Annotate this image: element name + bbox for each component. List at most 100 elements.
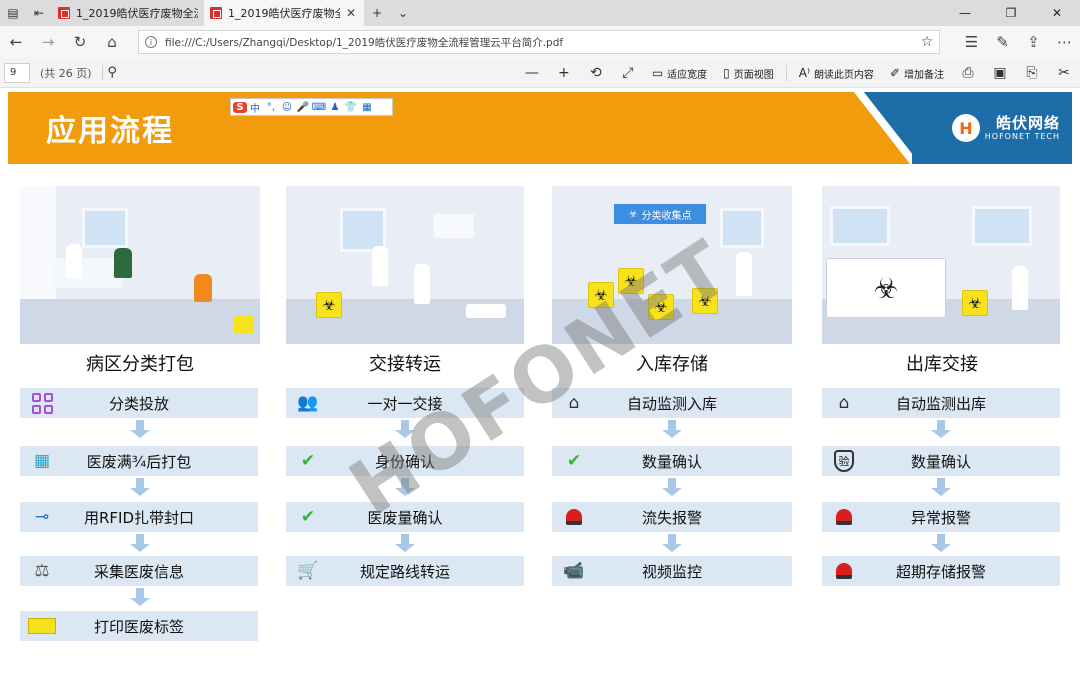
favorite-star-icon[interactable]: ☆ <box>915 34 939 50</box>
info-icon[interactable]: i <box>145 36 157 48</box>
verify-shield-icon: 验 <box>830 449 858 473</box>
toolbar-divider <box>785 65 787 81</box>
home-button[interactable]: ⌂ <box>96 26 128 58</box>
close-tab-icon[interactable]: ✕ <box>344 6 358 20</box>
share-icon[interactable]: ⇪ <box>1018 26 1049 58</box>
pdf-toolbar-actions: — + ⟲ ⤢ ▭ 适应宽度 ▯ 页面视图 A⁾ 朗读此页内容 ✐ 增加备注 ⎙ ▣ ⎘… <box>516 58 1080 88</box>
category-grid-icon <box>28 391 56 415</box>
step-pack-full: ▦ 医废满¾后打包 <box>20 446 258 476</box>
pen-icon: ✐ <box>889 66 900 80</box>
step-route-transport: 🛒 规定路线转运 <box>286 556 524 586</box>
read-aloud-button[interactable]: A⁾ 朗读此页内容 <box>791 66 882 81</box>
cart-icon: 🛒 <box>297 561 319 581</box>
slide-title: 应用流程 <box>46 114 174 149</box>
step-label: 视频监控 <box>641 562 702 581</box>
scene-window <box>830 206 890 246</box>
close-window-button[interactable]: ✕ <box>1034 0 1080 26</box>
box-icon: ▦ <box>33 451 51 471</box>
tab-strip-drag-area[interactable] <box>416 0 942 26</box>
new-tab-button[interactable]: + <box>364 0 390 26</box>
tab-preview-chevron-icon[interactable]: ⌄ <box>390 0 416 26</box>
page-view-icon: ▯ <box>723 66 730 80</box>
ime-voice-icon[interactable]: 🎤 <box>295 102 311 113</box>
forward-button[interactable]: → <box>32 26 64 58</box>
collection-point-label: 分类收集点 <box>641 210 692 222</box>
address-toolbar-actions: ☰ ✎ ⇪ ⋯ <box>956 26 1080 58</box>
staff-figure <box>1012 266 1028 310</box>
page-view-button[interactable]: ▯ 页面视图 <box>715 66 782 81</box>
step-auto-outbound: ⌂ 自动监测出库 <box>822 388 1060 418</box>
column-heading: 病区分类打包 <box>86 354 194 375</box>
fit-width-icon: ▭ <box>651 66 664 80</box>
column-heading: 出库交接 <box>906 354 978 375</box>
alarm-light-icon <box>830 559 858 583</box>
search-icon[interactable]: ⚲ <box>101 65 122 80</box>
page-number-input[interactable]: 9 <box>4 62 30 83</box>
print-icon[interactable]: ⎙ <box>952 65 984 81</box>
scene-floor <box>20 299 260 344</box>
tab-pdf-1[interactable]: 1_2019皓伏医疗废物全流程 <box>52 0 204 26</box>
read-aloud-label: 朗读此页内容 <box>813 69 874 81</box>
favorites-hub-icon[interactable]: ☰ <box>956 26 987 58</box>
browser-window: ▤ ⇤ 1_2019皓伏医疗废物全流程 1_2019皓伏医疗废物全流程 ✕ + … <box>0 0 1080 688</box>
step-rfid-seal: ⊸ 用RFID扎带封口 <box>20 502 258 532</box>
address-toolbar: ← → ↻ ⌂ i file:///C:/Users/Zhangqi/Deskt… <box>0 26 1080 58</box>
refresh-button[interactable]: ↻ <box>64 26 96 58</box>
company-logo-icon: H <box>952 114 980 142</box>
checkmark-icon: ✔ <box>300 507 316 527</box>
ime-toolbox-icon[interactable]: ▦ <box>359 102 375 113</box>
staff-figure <box>414 264 430 304</box>
biohazard-bin-icon: ☣ <box>316 292 342 318</box>
ward-scene-illustration <box>20 186 260 344</box>
back-button[interactable]: ← <box>0 26 32 58</box>
save-as-icon[interactable]: ⎘ <box>1016 65 1048 81</box>
handover-scene-illustration: ☣ <box>286 186 524 344</box>
ime-user-icon[interactable]: ♟ <box>327 102 343 113</box>
address-bar[interactable]: i file:///C:/Users/Zhangqi/Desktop/1_201… <box>138 30 940 54</box>
ime-toolbar[interactable]: S 中 °, ☺ 🎤 ⌨ ♟ 👕 ▦ <box>230 98 393 116</box>
step-overdue-alarm: 超期存储报警 <box>822 556 1060 586</box>
warehouse-icon: ⌂ <box>838 393 850 413</box>
label-icon <box>28 614 56 638</box>
add-notes-button[interactable]: ✐ 增加备注 <box>882 66 952 81</box>
pin-toolbar-icon[interactable]: ✂ <box>1048 65 1080 81</box>
collection-point-sign: ☣ 分类收集点 <box>614 204 706 224</box>
url-text[interactable]: file:///C:/Users/Zhangqi/Desktop/1_2019皓… <box>165 35 915 50</box>
patient-figure <box>114 248 132 278</box>
ime-skin-icon[interactable]: 👕 <box>343 102 359 113</box>
step-print-label: 打印医废标签 <box>20 611 258 641</box>
more-options-icon[interactable]: ⋯ <box>1049 26 1080 58</box>
rotate-icon[interactable]: ⟲ <box>580 65 612 81</box>
set-aside-tabs-icon[interactable]: ⇤ <box>26 0 52 26</box>
zoom-in-icon[interactable]: + <box>548 65 580 81</box>
ime-logo-icon[interactable]: S <box>233 101 247 113</box>
save-icon[interactable]: ▣ <box>984 65 1016 81</box>
minimize-button[interactable]: — <box>942 0 988 26</box>
step-label: 数量确认 <box>641 452 702 471</box>
alarm-light-icon <box>560 505 588 529</box>
fullscreen-icon[interactable]: ⤢ <box>612 65 644 81</box>
ime-emoji-icon[interactable]: ☺ <box>279 102 295 113</box>
ime-chinese-mode[interactable]: 中 <box>247 100 263 115</box>
fit-width-label: 适应宽度 <box>667 69 708 81</box>
waste-truck-biohazard-icon: ☣ <box>826 258 946 318</box>
tab-strip: ▤ ⇤ 1_2019皓伏医疗废物全流程 1_2019皓伏医疗废物全流程 ✕ + … <box>0 0 1080 26</box>
zoom-out-icon[interactable]: — <box>516 65 548 81</box>
web-note-pen-icon[interactable]: ✎ <box>987 26 1018 58</box>
desk <box>52 258 122 288</box>
fit-width-button[interactable]: ▭ 适应宽度 <box>644 66 715 81</box>
ime-punctuation-icon[interactable]: °, <box>263 102 279 113</box>
ime-keyboard-icon[interactable]: ⌨ <box>311 102 327 113</box>
tab-title: 1_2019皓伏医疗废物全流程 <box>228 7 340 20</box>
pdf-file-icon <box>210 7 222 19</box>
maximize-button[interactable]: ❐ <box>988 0 1034 26</box>
company-name-en: HOFONET TECH <box>984 132 1060 141</box>
rfid-tie-icon: ⊸ <box>34 507 50 527</box>
tab-pdf-2[interactable]: 1_2019皓伏医疗废物全流程 ✕ <box>204 0 364 26</box>
tab-actions-icon[interactable]: ▤ <box>0 0 26 26</box>
staff-figure <box>372 246 388 286</box>
scale-platform <box>466 304 506 318</box>
nurse-figure <box>66 244 82 278</box>
tab-title: 1_2019皓伏医疗废物全流程 <box>76 7 198 20</box>
pdf-file-icon <box>58 7 70 19</box>
